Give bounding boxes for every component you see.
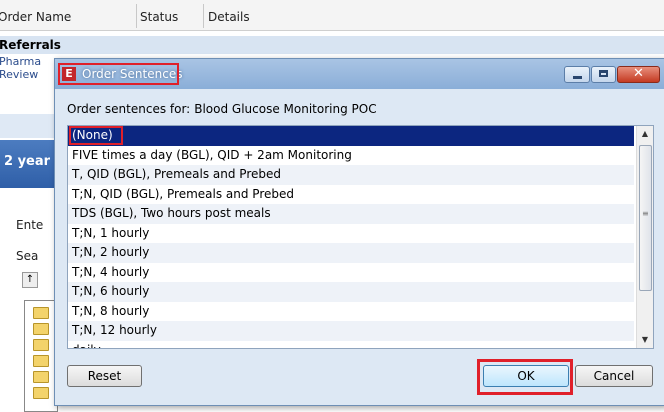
dialog-titlebar[interactable]: E Order Sentences ✕ [55,59,664,89]
patient-age: 2 year [4,154,51,169]
reset-button[interactable]: Reset [67,365,142,387]
sentence-item[interactable]: T;N, 12 hourly [68,321,634,341]
sentence-item[interactable]: daily [68,341,634,349]
grip-icon: ≡ [642,209,649,218]
patient-banner: 2 year [0,140,56,188]
folder-icon [33,339,49,351]
title-highlight-box [58,63,179,85]
column-separator [203,4,204,28]
sentence-item[interactable]: T;N, 4 hourly [68,263,634,283]
sentence-item[interactable]: (None) [68,126,634,146]
folder-icon [33,355,49,367]
column-status[interactable]: Status [140,0,178,30]
referrals-label: Referrals [0,38,61,52]
review-item[interactable]: Review [0,68,38,81]
pharma-item[interactable]: Pharma [0,55,41,68]
minimize-icon [573,76,582,79]
close-icon: ✕ [633,66,644,81]
folder-icon [33,307,49,319]
prompt-order-name: Blood Glucose Monitoring POC [194,102,377,116]
sentence-item[interactable]: FIVE times a day (BGL), QID + 2am Monito… [68,146,634,166]
folder-icon [33,387,49,399]
sentence-item[interactable]: TDS (BGL), Two hours post meals [68,204,634,224]
cancel-button[interactable]: Cancel [575,365,653,387]
enter-label: Ente [16,218,44,232]
sentence-listbox[interactable]: (None) FIVE times a day (BGL), QID + 2am… [67,125,654,349]
up-folder-icon[interactable]: ↑ [22,272,38,288]
folder-list[interactable] [24,300,58,412]
sentence-item[interactable]: T;N, 8 hourly [68,302,634,322]
scroll-up-arrow-icon[interactable]: ▲ [637,126,653,142]
minimize-button[interactable] [564,66,590,83]
prompt-label: Order sentences for: [67,102,191,116]
sentence-item[interactable]: T;N, QID (BGL), Premeals and Prebed [68,185,634,205]
background-strip [0,114,56,138]
referrals-group-row[interactable]: Referrals [0,36,664,54]
maximize-button[interactable] [591,66,616,83]
folder-icon [33,371,49,383]
column-details[interactable]: Details [208,0,250,30]
sentence-item[interactable]: T;N, 1 hourly [68,224,634,244]
close-button[interactable]: ✕ [617,66,660,83]
sentence-item[interactable]: T;N, 6 hourly [68,282,634,302]
listbox-scrollbar[interactable]: ▲ ≡ ▼ [636,126,653,348]
order-sentences-prompt: Order sentences for: Blood Glucose Monito… [67,102,381,116]
none-highlight-box [69,126,123,145]
scrollbar-thumb[interactable]: ≡ [639,145,652,291]
folder-icon [33,323,49,335]
column-separator [136,4,137,28]
scroll-down-arrow-icon[interactable]: ▼ [637,332,653,348]
sentence-item[interactable]: T, QID (BGL), Premeals and Prebed [68,165,634,185]
search-label: Sea [16,249,39,263]
order-sentences-dialog: E Order Sentences ✕ Order sentences for:… [54,58,664,406]
ok-button[interactable]: OK [483,365,569,387]
background-column-header: Order Name Status Details [0,0,664,31]
column-order-name[interactable]: Order Name [0,0,71,30]
sentence-item[interactable]: T;N, 2 hourly [68,243,634,263]
maximize-icon [599,70,608,77]
